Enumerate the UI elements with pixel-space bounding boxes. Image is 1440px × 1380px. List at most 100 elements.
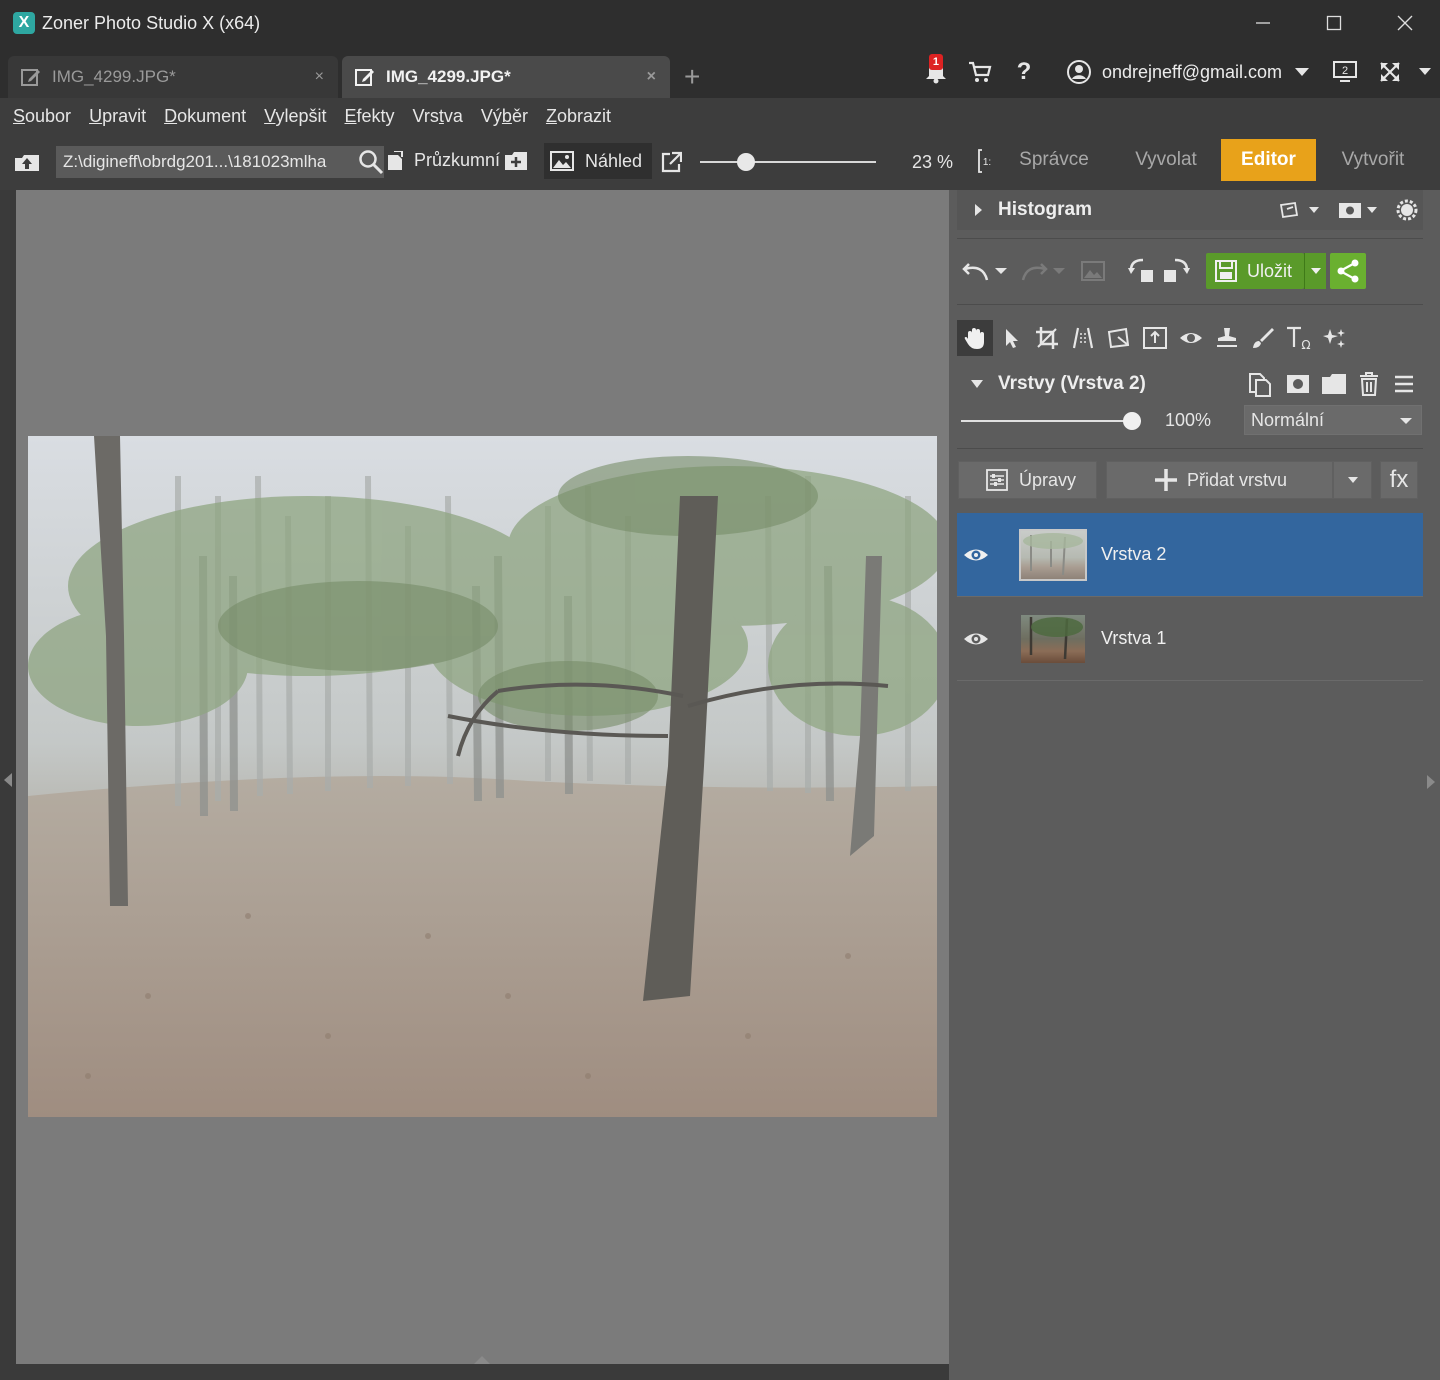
opacity-slider-handle[interactable] <box>1123 412 1141 430</box>
layer-effects-button[interactable]: fx <box>1380 461 1418 499</box>
left-panel-toggle-icon[interactable] <box>4 773 12 787</box>
undo-button[interactable] <box>961 258 1009 284</box>
red-eye-tool[interactable] <box>1173 320 1209 356</box>
settings-button[interactable] <box>1395 198 1419 222</box>
save-options-dropdown[interactable] <box>1304 253 1326 289</box>
close-window-button[interactable] <box>1369 0 1440 46</box>
add-layer-dropdown[interactable] <box>1333 461 1372 499</box>
tab-close-icon[interactable]: × <box>315 68 324 86</box>
crop-tool[interactable] <box>1029 320 1065 356</box>
save-label: Uložit <box>1247 260 1293 281</box>
add-tab-button[interactable]: + <box>684 63 700 91</box>
minimize-button[interactable] <box>1227 0 1298 46</box>
adjustments-button[interactable]: Úpravy <box>958 461 1097 499</box>
layer-visibility-toggle[interactable] <box>957 630 995 648</box>
module-vytvorit[interactable]: Vytvořit <box>1328 139 1418 181</box>
layer-group-button[interactable] <box>1321 372 1347 396</box>
share-button[interactable] <box>1330 253 1366 289</box>
layer-mask-button[interactable] <box>1285 372 1311 396</box>
compare-button[interactable] <box>1081 260 1105 282</box>
title-bar: X Zoner Photo Studio X (x64) <box>0 0 1440 46</box>
help-button[interactable]: ? <box>1002 58 1046 86</box>
module-spravce[interactable]: Správce <box>1010 139 1098 181</box>
fullscreen-dropdown[interactable] <box>1410 67 1440 77</box>
duplicate-layer-button[interactable] <box>1247 371 1273 397</box>
menu-efekty[interactable]: Efekty <box>345 106 395 127</box>
navigate-up-button[interactable] <box>14 150 40 172</box>
edited-photo[interactable] <box>28 436 937 1117</box>
tab-close-icon[interactable]: × <box>647 68 656 86</box>
right-panel-toggle-icon[interactable] <box>1427 775 1435 789</box>
folder-add-icon <box>505 152 527 170</box>
stamp-icon <box>1217 328 1237 347</box>
preview-button[interactable]: Náhled <box>544 143 652 179</box>
straighten-tool[interactable] <box>1137 320 1173 356</box>
image-canvas[interactable] <box>4 190 949 1364</box>
save-button[interactable]: Uložit <box>1206 253 1304 289</box>
maximize-button[interactable] <box>1298 0 1369 46</box>
tab-bar: IMG_4299.JPG* × IMG_4299.JPG* × + 1 ? on… <box>0 46 1440 98</box>
zoom-slider[interactable] <box>700 153 876 171</box>
plus-icon <box>1155 469 1177 491</box>
blend-mode-select[interactable]: Normální <box>1244 405 1422 435</box>
search-button[interactable] <box>358 149 384 175</box>
straighten-icon <box>1143 327 1167 349</box>
search-icon <box>359 150 384 175</box>
histogram-mode-button[interactable] <box>1279 200 1323 220</box>
tab-document-2[interactable]: IMG_4299.JPG* × <box>342 56 670 98</box>
import-button[interactable] <box>504 151 528 171</box>
open-external-button[interactable] <box>660 151 682 173</box>
notifications-button[interactable]: 1 <box>914 54 958 85</box>
histogram-channel-button[interactable] <box>1337 200 1381 220</box>
layers-menu-button[interactable] <box>1393 373 1415 395</box>
brush-tool[interactable] <box>1245 320 1281 356</box>
layer-item-vrstva-1[interactable]: Vrstva 1 <box>957 597 1423 681</box>
hand-tool[interactable] <box>957 320 993 356</box>
perspective-tool[interactable] <box>1065 320 1101 356</box>
menu-upravit[interactable]: Upravit <box>89 106 146 127</box>
layers-header[interactable]: Vrstvy (Vrstva 2) <box>957 366 1423 402</box>
opacity-slider[interactable] <box>961 412 1141 430</box>
layer-thumbnail <box>1019 612 1087 665</box>
menu-zobrazit[interactable]: Zobrazit <box>546 106 611 127</box>
divider <box>957 304 1423 305</box>
text-tool[interactable]: Ω <box>1281 320 1317 356</box>
clone-stamp-tool[interactable] <box>1209 320 1245 356</box>
user-account-button[interactable]: ondrejneff@gmail.com <box>1066 59 1310 85</box>
delete-layer-button[interactable] <box>1357 371 1381 397</box>
fullscreen-button[interactable] <box>1370 60 1410 84</box>
menu-soubor[interactable]: Soubor <box>13 106 71 127</box>
layer-visibility-toggle[interactable] <box>957 546 995 564</box>
second-monitor-button[interactable]: 2 <box>1330 60 1360 84</box>
mask-icon <box>1287 375 1309 393</box>
menu-vylepsit[interactable]: Vylepšit <box>264 106 326 127</box>
layers-title: Vrstvy (Vrstva 2) <box>998 373 1146 394</box>
fullscreen-icon <box>1380 62 1400 82</box>
effects-tool[interactable] <box>1317 320 1353 356</box>
rotate-left-button[interactable] <box>1127 256 1157 286</box>
add-layer-label: Přidat vrstvu <box>1187 469 1288 490</box>
menu-dokument[interactable]: Dokument <box>164 106 246 127</box>
rotate-right-button[interactable] <box>1161 256 1191 286</box>
menu-vyber[interactable]: Výběr <box>481 106 528 127</box>
layer-item-vrstva-2[interactable]: Vrstva 2 <box>957 513 1423 597</box>
zoom-slider-handle[interactable] <box>737 153 756 171</box>
menu-vrstva[interactable]: Vrstva <box>413 106 463 127</box>
transform-icon <box>1107 327 1130 349</box>
select-tool[interactable] <box>993 320 1029 356</box>
add-layer-button[interactable]: Přidat vrstvu <box>1106 461 1333 499</box>
explorer-button[interactable]: Průzkumní <box>386 150 500 171</box>
module-editor[interactable]: Editor <box>1221 139 1316 181</box>
cart-button[interactable] <box>958 59 1002 85</box>
actual-size-button[interactable]: 1: <box>978 148 994 174</box>
module-vyvolat[interactable]: Vyvolat <box>1120 139 1212 181</box>
tab-document-1[interactable]: IMG_4299.JPG* × <box>8 56 338 98</box>
tab-label: IMG_4299.JPG* <box>386 67 511 86</box>
transform-tool[interactable] <box>1101 320 1137 356</box>
redo-button[interactable] <box>1019 258 1067 284</box>
camera-icon <box>1339 203 1377 218</box>
histogram-header[interactable]: Histogram <box>957 190 1423 230</box>
bottom-panel-toggle-icon[interactable] <box>474 1356 490 1364</box>
perspective-icon <box>1072 327 1094 349</box>
path-input[interactable]: Z:\digineff\obrdg201...\181023mlha <box>56 146 384 178</box>
